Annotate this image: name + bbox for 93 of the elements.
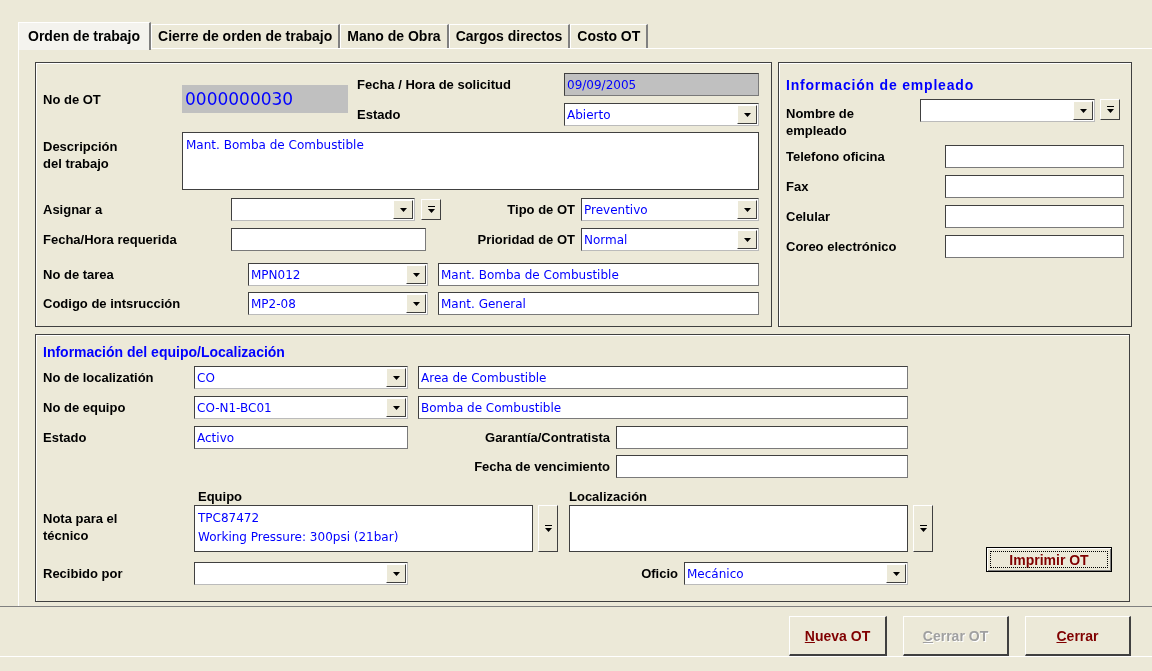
field-label: Equipo [198,488,244,505]
field-label: Nota para el técnico [43,510,119,544]
location-note-field[interactable] [569,505,908,552]
picker-button[interactable] [421,199,441,220]
picker-button[interactable] [1100,99,1120,120]
input-field[interactable] [616,426,908,449]
field-label: Estado [357,106,402,123]
field-label: No de tarea [43,266,115,283]
dropdown-arrow-icon [412,301,420,306]
combo-box[interactable]: MP2-08 [248,292,428,315]
dropdown-arrow-icon [412,272,420,277]
input-field[interactable] [945,145,1124,168]
tab[interactable]: Cargos directos [448,24,571,48]
field-label: Localización [569,488,649,505]
expand-icon [919,524,927,533]
tab[interactable]: Mano de Obra [340,24,449,48]
dropdown-arrow-icon [743,237,751,242]
field-label: No de equipo [43,399,127,416]
section-title: Información del equipo/Localización [43,344,286,360]
description-field[interactable]: Mant. Bomba de Combustible [182,132,759,190]
dropdown-button[interactable] [406,265,426,284]
dropdown-button[interactable] [386,564,406,583]
field-label: No de localizatión [43,369,155,386]
combo-box[interactable] [231,198,415,221]
field-label: Descripción del trabajo [43,138,119,172]
combo-box[interactable]: Preventivo [581,198,759,221]
input-field[interactable]: Mant. General [438,292,759,315]
field-label: No de OT [43,90,102,108]
input-field[interactable] [945,175,1124,198]
field-label: Coreo electrónico [786,238,898,255]
dropdown-arrow-icon [743,112,751,117]
picker-button[interactable] [538,505,558,552]
dropdown-arrow-icon [392,571,400,576]
field-label: Tipo de OT [506,201,576,218]
dropdown-button[interactable] [393,200,413,219]
expand-icon [427,205,435,214]
tab[interactable]: Orden de trabajo [18,22,152,50]
field-label: Garantía/Contratista [484,429,611,446]
dropdown-arrow-icon [392,405,400,410]
dropdown-button[interactable] [737,105,757,124]
field-label: Fecha/Hora requerida [43,231,178,248]
combo-box[interactable]: CO-N1-BC01 [194,396,408,419]
dropdown-button[interactable] [737,230,757,249]
dropdown-arrow-icon [399,207,407,212]
combo-box[interactable]: Abierto [564,103,759,126]
field-label: Fecha / Hora de solicitud [357,76,512,93]
input-field[interactable] [945,205,1124,228]
dropdown-button[interactable] [886,564,906,583]
field-label: Oficio [640,565,679,582]
field-label: Telefono oficina [786,148,886,165]
field-label: Asignar a [43,201,104,218]
field-label: Nombre de empleado [786,105,855,139]
input-field[interactable] [616,455,908,478]
field-label: Celular [786,208,832,225]
input-field[interactable]: Bomba de Combustible [418,396,908,419]
field-label: Prioridad de OT [476,231,576,248]
field-label: Fecha de vencimiento [473,458,611,475]
combo-box[interactable]: Normal [581,228,759,251]
equipment-note-field[interactable]: TPC87472 Working Pressure: 300psi (21bar) [194,505,533,552]
dropdown-button[interactable] [406,294,426,313]
combo-box[interactable]: CO [194,366,408,389]
tab[interactable]: Cierre de orden de trabajo [151,24,341,48]
picker-button[interactable] [913,505,933,552]
dropdown-arrow-icon [1079,108,1087,113]
dropdown-button[interactable] [1073,101,1093,120]
input-field[interactable]: Area de Combustible [418,366,908,389]
dropdown-arrow-icon [743,207,751,212]
footer-button[interactable]: Cerrar [1025,616,1131,656]
input-field[interactable]: Mant. Bomba de Combustible [438,263,759,286]
dropdown-button[interactable] [386,398,406,417]
section-title: Información de empleado [786,77,975,93]
combo-box[interactable] [920,99,1095,122]
print-button[interactable]: Imprimir OT [986,547,1112,572]
combo-box[interactable] [194,562,408,585]
dropdown-button[interactable] [737,200,757,219]
dropdown-arrow-icon [392,375,400,380]
field-label: Fax [786,178,810,195]
readonly-field: 09/09/2005 [564,73,759,96]
footer-button[interactable]: Nueva OT [789,616,887,656]
field-label: Recibido por [43,565,124,582]
ot-number-field: 0000000030 [182,85,348,113]
dropdown-button[interactable] [386,368,406,387]
input-field[interactable] [945,235,1124,258]
input-field[interactable]: Activo [194,426,408,449]
tab[interactable]: Costo OT [570,24,649,48]
combo-box[interactable]: Mecánico [684,562,908,585]
field-label: Codigo de intsrucción [43,295,182,312]
dropdown-arrow-icon [892,571,900,576]
combo-box[interactable]: MPN012 [248,263,428,286]
field-label: Estado [43,429,88,446]
expand-icon [544,524,552,533]
input-field[interactable] [231,228,426,251]
expand-icon [1106,105,1114,114]
